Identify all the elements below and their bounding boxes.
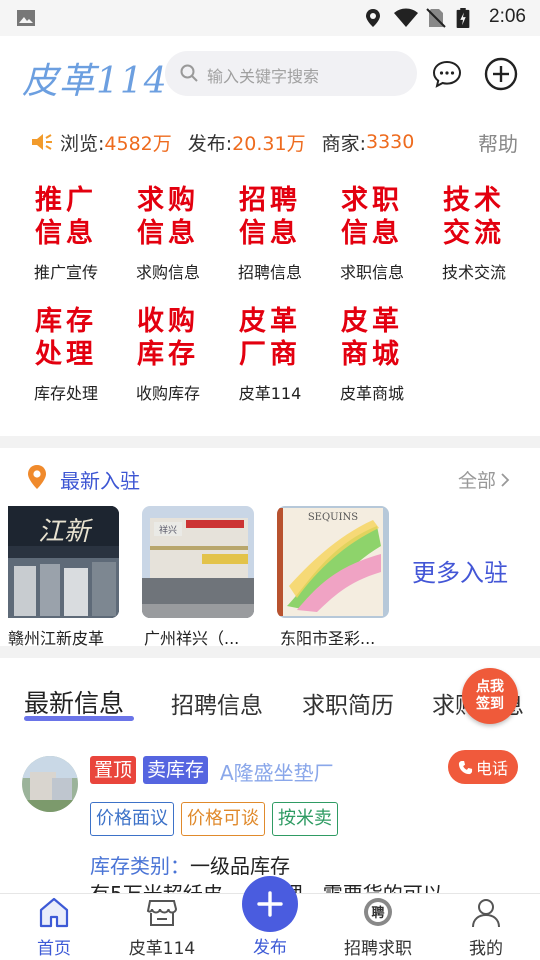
chevron-right-icon (501, 472, 510, 487)
view-all-label: 全部 (457, 470, 496, 492)
category-job-seeking[interactable]: 求职 信息 求职信息 (321, 184, 423, 283)
category-image: 皮革 商城 (341, 306, 403, 370)
nav-home[interactable]: 首页 (4, 895, 104, 959)
store-thumbnail[interactable]: 祥兴 (142, 506, 254, 618)
category-stock-buying[interactable]: 收购 库存 收购库存 (117, 305, 219, 404)
stock-type: 库存类别：一级品库存 (90, 850, 290, 879)
search-icon (180, 64, 198, 82)
tab-resumes[interactable]: 求职简历 (302, 686, 394, 720)
listing-title[interactable]: A隆盛坐垫厂 (220, 757, 334, 786)
home-icon (39, 897, 69, 928)
more-joined-link[interactable]: 更多入驻 (412, 553, 508, 588)
store-icon (146, 900, 178, 926)
nav-jobs[interactable]: 聘 招聘求职 (328, 895, 428, 959)
pinned-badge: 置顶 (90, 756, 137, 784)
speaker-icon (32, 134, 52, 150)
category-label: 皮革114 (238, 384, 302, 403)
nav-mine[interactable]: 我的 (436, 895, 536, 959)
location-pin-icon (28, 465, 46, 489)
category-image: 招聘 信息 (239, 185, 301, 249)
category-tech-exchange[interactable]: 技术 交流 技术交流 (423, 184, 525, 283)
publish-label[interactable]: 发布 (220, 933, 320, 958)
merchants-label: 商家: (321, 132, 366, 155)
stats-bar: 浏览: 4582万 发布: 20.31万 商家: 3330 (30, 128, 414, 156)
merchants-value: 3330 (365, 131, 415, 153)
category-purchase[interactable]: 求购 信息 求购信息 (117, 184, 219, 283)
user-icon (472, 899, 500, 928)
newest-joined-title: 最新入驻 (60, 469, 140, 493)
category-stock-clearance[interactable]: 库存 处理 库存处理 (15, 305, 117, 404)
category-label: 技术交流 (441, 263, 506, 282)
svg-text:聘: 聘 (371, 905, 384, 921)
wifi-icon (394, 8, 418, 27)
sell-stock-badge: 卖库存 (143, 756, 209, 784)
plus-icon (257, 891, 283, 917)
price-tag: 价格面议 (90, 802, 174, 836)
category-image: 求职 信息 (341, 185, 403, 249)
store-photo: SEQUINS (277, 506, 389, 618)
help-link[interactable]: 帮助 (478, 128, 518, 157)
views-label: 浏览: (60, 132, 105, 155)
battery-icon (456, 8, 470, 28)
message-icon[interactable] (431, 58, 463, 90)
category-image: 推广 信息 (35, 185, 97, 249)
category-leather-makers[interactable]: 皮革 厂商 皮革114 (219, 305, 321, 404)
no-sim-icon (426, 8, 446, 28)
store-thumbnail[interactable]: 江新 (8, 506, 119, 618)
svg-text:江新: 江新 (38, 517, 94, 547)
category-image: 技术 交流 (443, 185, 505, 249)
sale-unit-tag: 按米卖 (272, 802, 338, 836)
category-image: 收购 库存 (137, 306, 199, 370)
poster-avatar[interactable] (22, 756, 78, 812)
category-image: 库存 处理 (35, 306, 97, 370)
category-leather-mall[interactable]: 皮革 商城 皮革商城 (321, 305, 423, 404)
category-label: 招聘信息 (237, 263, 302, 282)
status-time: 2:06 (489, 6, 526, 27)
posts-label: 发布: (187, 132, 233, 155)
recruit-icon: 聘 (364, 898, 392, 926)
category-promotion[interactable]: 推广 信息 推广宣传 (15, 184, 117, 283)
category-label: 推广宣传 (33, 263, 98, 282)
active-tab-indicator (24, 716, 134, 721)
gallery-icon (17, 10, 35, 26)
category-recruitment[interactable]: 招聘 信息 招聘信息 (219, 184, 321, 283)
svg-text:祥兴: 祥兴 (159, 524, 177, 536)
category-label: 求购信息 (135, 263, 200, 282)
status-bar: 2:06 (0, 0, 540, 36)
category-image: 求购 信息 (137, 185, 199, 249)
publish-button[interactable] (242, 876, 298, 932)
add-icon[interactable] (484, 57, 518, 91)
checkin-button[interactable]: 点我 签到 (462, 668, 518, 724)
category-label: 库存处理 (33, 384, 98, 403)
store-thumbnail[interactable]: SEQUINS (277, 506, 389, 618)
call-button[interactable]: 电话 (448, 750, 518, 784)
views-value: 4582万 (104, 132, 172, 155)
store-photo: 祥兴 (142, 506, 254, 618)
section-divider (0, 436, 540, 448)
app-logo: 皮革114 (22, 61, 168, 102)
svg-text:SEQUINS: SEQUINS (308, 512, 358, 523)
phone-icon (458, 760, 473, 774)
category-label: 皮革商城 (339, 384, 404, 403)
view-all-link[interactable]: 全部 (458, 466, 510, 493)
tab-recruitment[interactable]: 招聘信息 (171, 686, 263, 720)
stock-type-label: 库存类别： (90, 854, 190, 878)
section-divider (0, 646, 540, 658)
store-photo: 江新 (8, 506, 119, 618)
nav-leather114[interactable]: 皮革114 (112, 895, 212, 959)
search-placeholder: 输入关键字搜索 (207, 67, 320, 86)
tab-latest[interactable]: 最新信息 (24, 684, 124, 720)
location-icon (366, 9, 380, 27)
search-input[interactable]: 输入关键字搜索 (165, 51, 417, 96)
category-label: 收购库存 (135, 384, 200, 403)
stock-type-value: 一级品库存 (190, 854, 290, 878)
posts-value: 20.31万 (232, 132, 306, 155)
call-label: 电话 (475, 759, 508, 778)
price-tag: 价格可谈 (181, 802, 265, 836)
category-label: 求职信息 (339, 263, 404, 282)
category-image: 皮革 厂商 (239, 306, 301, 370)
